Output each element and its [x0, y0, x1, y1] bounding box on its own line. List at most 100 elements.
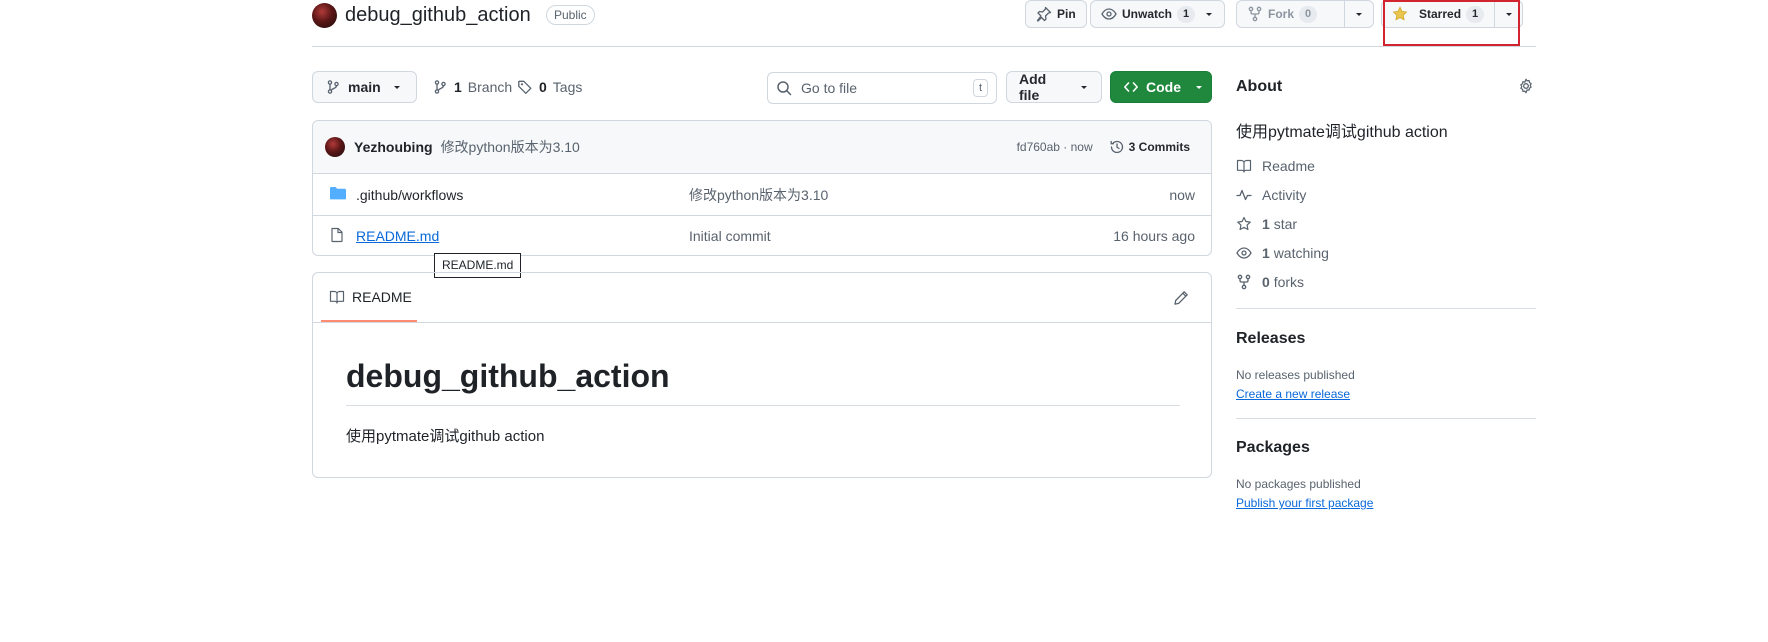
- file-commit-time: 16 hours ago: [1113, 228, 1195, 244]
- chevron-down-icon: [1204, 9, 1214, 19]
- packages-heading[interactable]: Packages: [1236, 439, 1310, 457]
- sidebar-item-readme[interactable]: Readme: [1236, 158, 1315, 174]
- repo-owner-avatar[interactable]: [312, 3, 337, 28]
- readme-tab[interactable]: README: [321, 273, 417, 322]
- fork-counter: 0: [1299, 5, 1318, 23]
- code-button[interactable]: Code: [1110, 71, 1212, 103]
- starred-button[interactable]: Starred 1: [1382, 1, 1494, 27]
- readme-body-text: 使用pytmate调试github action: [346, 428, 545, 445]
- readme-header-divider: [313, 322, 1211, 323]
- watching-count: 1: [1262, 245, 1270, 261]
- about-heading: About: [1236, 78, 1283, 95]
- star-filled-icon: [1392, 6, 1408, 22]
- file-commit-message[interactable]: 修改python版本为3.10: [689, 185, 828, 205]
- watch-counter: 1: [1177, 5, 1196, 23]
- tag-icon: [517, 79, 533, 95]
- commits-count-label: 3 Commits: [1128, 140, 1190, 154]
- unwatch-button[interactable]: Unwatch 1: [1090, 0, 1226, 28]
- readme-tab-label: README: [352, 288, 412, 305]
- releases-heading[interactable]: Releases: [1236, 330, 1305, 348]
- tag-count-label: Tags: [552, 79, 583, 95]
- chevron-down-icon: [1504, 9, 1514, 19]
- sidebar-divider: [1236, 418, 1536, 419]
- branches-link[interactable]: 1 Branch: [432, 79, 512, 95]
- unwatch-label: Unwatch: [1122, 7, 1173, 21]
- branch-icon: [432, 79, 448, 95]
- eye-icon: [1236, 245, 1252, 261]
- tags-link[interactable]: 0 Tags: [517, 79, 582, 95]
- file-row[interactable]: README.md Initial commit 16 hours ago: [313, 215, 1211, 255]
- chevron-down-icon: [392, 82, 402, 92]
- repo-name[interactable]: debug_github_action: [345, 4, 531, 27]
- publish-package-link[interactable]: Publish your first package: [1236, 496, 1373, 510]
- sidebar-item-activity[interactable]: Activity: [1236, 187, 1306, 203]
- book-icon: [329, 289, 345, 305]
- visibility-badge: Public: [546, 5, 595, 25]
- starred-label: Starred: [1419, 7, 1462, 21]
- shortcut-key: t: [972, 79, 988, 97]
- sidebar-divider: [1236, 308, 1536, 309]
- folder-icon: [329, 185, 347, 201]
- fork-icon: [1247, 6, 1263, 22]
- branch-name: main: [348, 79, 381, 95]
- packages-empty-text: No packages published: [1236, 477, 1361, 491]
- fork-dropdown-button[interactable]: [1344, 1, 1373, 27]
- pulse-icon: [1236, 187, 1252, 203]
- chevron-down-icon: [1194, 82, 1204, 92]
- latest-commit-row: Yezhoubing 修改python版本为3.10 fd760ab · now…: [313, 121, 1211, 174]
- commit-author-avatar[interactable]: [325, 137, 345, 157]
- file-row[interactable]: .github/workflows 修改python版本为3.10 now: [313, 174, 1211, 215]
- add-file-label: Add file: [1019, 71, 1047, 103]
- history-icon: [1109, 139, 1125, 155]
- pencil-icon[interactable]: [1173, 290, 1189, 306]
- stars-label: star: [1273, 216, 1298, 232]
- gear-icon[interactable]: [1518, 78, 1534, 94]
- eye-icon: [1101, 6, 1117, 22]
- add-file-button[interactable]: Add file: [1006, 71, 1102, 103]
- fork-icon: [1236, 274, 1252, 290]
- repo-description: 使用pytmate调试github action: [1236, 124, 1448, 141]
- pin-icon: [1036, 6, 1052, 22]
- tag-count: 0: [539, 79, 547, 95]
- chevron-down-icon: [1354, 9, 1364, 19]
- pin-label: Pin: [1057, 7, 1076, 21]
- go-to-file-input[interactable]: Go to file t: [767, 72, 997, 104]
- file-table: Yezhoubing 修改python版本为3.10 fd760ab · now…: [312, 120, 1212, 256]
- stars-count: 1: [1262, 216, 1270, 232]
- readme-heading-divider: [346, 405, 1180, 406]
- watching-label: watching: [1273, 245, 1329, 261]
- fork-label: Fork: [1268, 7, 1295, 21]
- file-commit-message[interactable]: Initial commit: [689, 228, 771, 244]
- releases-empty-text: No releases published: [1236, 368, 1355, 382]
- code-icon: [1123, 79, 1139, 95]
- chevron-down-icon: [1079, 82, 1089, 92]
- header-divider: [312, 46, 1536, 47]
- branch-select-button[interactable]: main: [312, 71, 417, 103]
- star-list-dropdown-button[interactable]: [1494, 1, 1523, 27]
- commit-author[interactable]: Yezhoubing: [354, 139, 433, 155]
- starred-button-group[interactable]: Starred 1: [1381, 0, 1523, 28]
- readme-panel: README debug_github_action 使用pytmate调试gi…: [312, 272, 1212, 478]
- sidebar-item-forks[interactable]: 0 forks: [1236, 274, 1304, 290]
- branch-count-label: Branch: [467, 79, 513, 95]
- sidebar-item-watching[interactable]: 1 watching: [1236, 245, 1329, 261]
- commits-history-link[interactable]: 3 Commits: [1109, 139, 1190, 155]
- forks-count: 0: [1262, 274, 1270, 290]
- fork-button-group[interactable]: Fork 0: [1236, 0, 1374, 28]
- star-icon: [1236, 216, 1252, 232]
- file-commit-time: now: [1169, 186, 1195, 203]
- pin-button[interactable]: Pin: [1025, 0, 1087, 28]
- create-release-link[interactable]: Create a new release: [1236, 387, 1350, 401]
- sidebar-item-label: Readme: [1262, 158, 1315, 174]
- go-to-file-placeholder: Go to file: [801, 80, 858, 96]
- sidebar-item-label: Activity: [1262, 187, 1307, 203]
- commit-message[interactable]: 修改python版本为3.10: [441, 137, 1017, 157]
- sidebar-item-stars[interactable]: 1 star: [1236, 216, 1297, 232]
- fork-button[interactable]: Fork 0: [1237, 1, 1344, 27]
- readme-heading: debug_github_action: [346, 358, 670, 394]
- branch-icon: [325, 79, 341, 95]
- commit-hash-time[interactable]: fd760ab · now: [1017, 140, 1093, 154]
- file-name[interactable]: .github/workflows: [356, 187, 463, 203]
- file-name[interactable]: README.md: [356, 228, 439, 244]
- code-label: Code: [1146, 79, 1181, 95]
